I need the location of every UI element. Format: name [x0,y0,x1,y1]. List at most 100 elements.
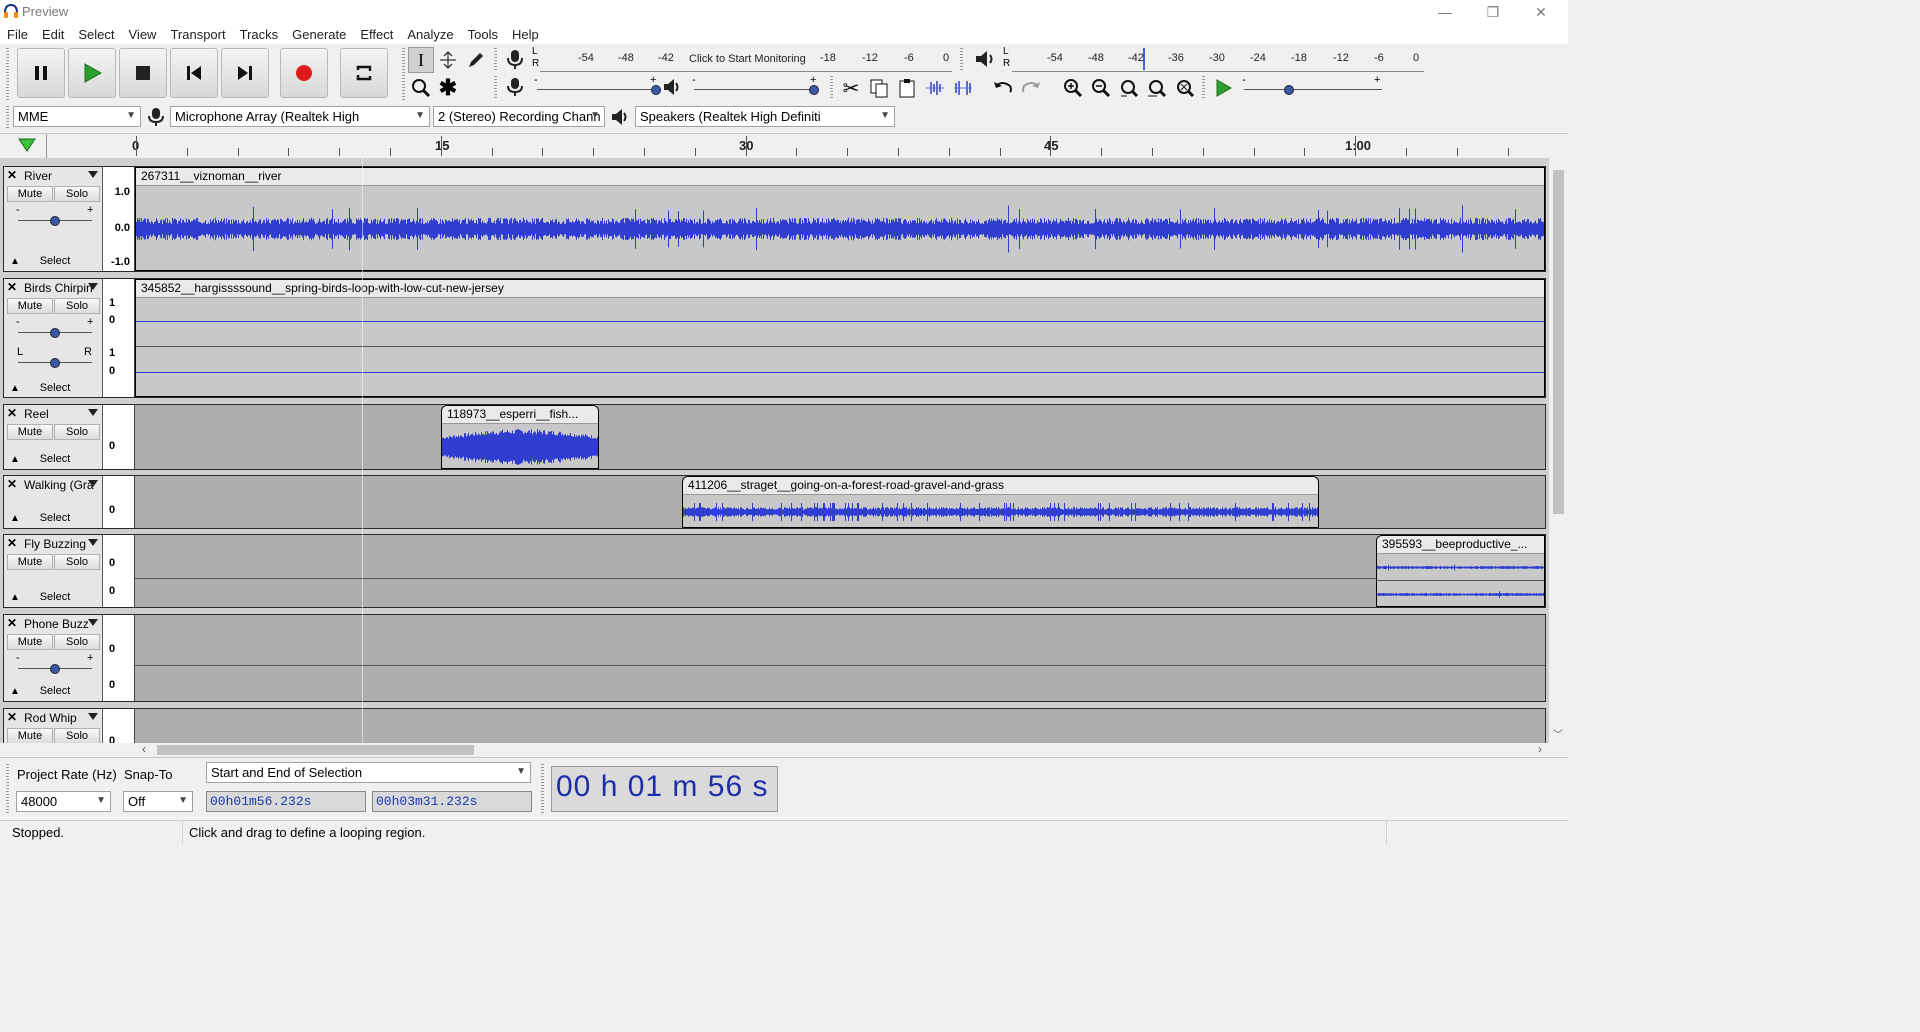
record-meter-track[interactable] [540,71,952,72]
horizontal-scroll-thumb[interactable] [157,745,474,755]
toolbar-grip[interactable] [960,48,963,70]
audio-clip[interactable]: 118973__esperri__fish... [441,405,599,469]
undo-button[interactable] [990,75,1016,101]
record-volume-slider[interactable] [537,89,655,90]
menu-tools[interactable]: Tools [461,27,505,42]
audio-clip[interactable]: 395593__beeproductive_... [1376,535,1545,607]
vertical-scroll-thumb[interactable] [1553,170,1564,514]
audio-clip[interactable]: 411206__straget__going-on-a-forest-road-… [682,476,1319,528]
playback-volume-knob[interactable] [809,85,819,95]
track-menu-chevron-icon[interactable] [88,171,98,178]
track-menu-chevron-icon[interactable] [88,619,98,626]
track-menu-chevron-icon[interactable] [88,409,98,416]
solo-button[interactable]: Solo [54,728,100,743]
track-reel[interactable]: ✕ Reel Mute Solo ▲ Select 0 118973__espe… [3,404,1546,470]
menu-select[interactable]: Select [71,27,121,42]
amplitude-scale[interactable]: 0 0 [103,615,135,701]
gain-knob[interactable] [50,216,60,226]
playback-speed-slider[interactable] [1244,89,1382,90]
collapse-track-icon[interactable]: ▲ [10,454,20,465]
loop-button[interactable] [340,48,388,98]
scroll-right-icon[interactable]: › [1538,742,1542,756]
amplitude-scale[interactable]: 0 0 [103,535,135,607]
toolbar-grip[interactable] [6,106,9,128]
audio-clip[interactable]: 267311__viznoman__river [135,167,1545,271]
close-track-icon[interactable]: ✕ [7,536,21,551]
track-birds-chirping[interactable]: ✕ Birds Chirpin Mute Solo - + L R ▲ Sele… [3,278,1546,398]
draw-tool[interactable] [463,47,489,73]
copy-button[interactable] [866,75,892,101]
collapse-track-icon[interactable]: ▲ [10,513,20,524]
close-track-icon[interactable]: ✕ [7,280,21,295]
pan-knob[interactable] [50,358,60,368]
silence-button[interactable] [950,75,976,101]
close-track-icon[interactable]: ✕ [7,616,21,631]
track-menu-chevron-icon[interactable] [88,539,98,546]
toolbar-grip[interactable] [494,48,497,70]
track-rod-whip[interactable]: ✕ Rod Whip Mute Solo 0 [3,708,1546,743]
menu-analyze[interactable]: Analyze [400,27,460,42]
close-track-icon[interactable]: ✕ [7,406,21,421]
play-meter-track[interactable] [1012,71,1424,72]
amplitude-scale[interactable]: 1 0 1 0 [103,279,135,397]
multi-tool[interactable]: ✱ [435,75,461,101]
menu-generate[interactable]: Generate [285,27,353,42]
amplitude-scale[interactable]: 0 [103,709,135,743]
trim-button[interactable] [922,75,948,101]
selection-mode-select[interactable]: Start and End of Selection ▼ [206,762,531,783]
selection-start-time[interactable]: 00h01m56.232s [206,791,366,812]
mute-button[interactable]: Mute [7,728,53,743]
select-track-button[interactable]: Select [24,254,86,270]
track-walking-gravel[interactable]: ✕ Walking (Gra ▲ Select 0 411206__strage… [3,475,1546,529]
amplitude-scale[interactable]: 1.0 0.0 -1.0 [103,167,135,271]
project-rate-select[interactable]: 48000 ▼ [16,791,111,812]
playback-speed-knob[interactable] [1284,85,1294,95]
audio-clip[interactable]: 345852__hargissssound__spring-birds-loop… [135,279,1545,397]
select-track-button[interactable]: Select [24,511,86,527]
horizontal-scrollbar[interactable]: ‹ › [140,742,1549,757]
envelope-tool[interactable] [435,47,461,73]
skip-to-end-button[interactable] [221,48,269,98]
snap-to-select[interactable]: Off ▼ [123,791,193,812]
collapse-track-icon[interactable]: ▲ [10,383,20,394]
pin-head-icon[interactable] [18,137,36,153]
solo-button[interactable]: Solo [54,554,100,570]
toolbar-grip[interactable] [6,48,9,100]
track-menu-chevron-icon[interactable] [88,713,98,720]
menu-effect[interactable]: Effect [353,27,400,42]
solo-button[interactable]: Solo [54,634,100,650]
stop-button[interactable] [119,48,167,98]
recording-channels-select[interactable]: 2 (Stereo) Recording Chann ▼ [433,106,605,127]
zoom-in-button[interactable] [1060,75,1086,101]
zoom-tool[interactable] [408,75,434,101]
amplitude-scale[interactable]: 0 [103,405,135,469]
timeline-ruler[interactable]: 0 15 30 45 1:00 [0,133,1568,159]
start-monitoring-label[interactable]: Click to Start Monitoring [689,53,806,65]
toolbar-grip[interactable] [541,764,544,814]
record-meter-button[interactable] [504,48,526,73]
play-button[interactable] [68,48,116,98]
toolbar-grip[interactable] [6,764,9,814]
menu-edit[interactable]: Edit [35,27,71,42]
close-track-icon[interactable]: ✕ [7,168,21,183]
track-fly-buzzing[interactable]: ✕ Fly Buzzing Mute Solo ▲ Select 0 0 395… [3,534,1546,608]
zoom-out-button[interactable] [1088,75,1114,101]
close-button[interactable]: ✕ [1518,0,1564,24]
menu-file[interactable]: File [0,27,35,42]
cut-button[interactable]: ✂ [838,75,864,101]
mute-button[interactable]: Mute [7,424,53,440]
selection-end-time[interactable]: 00h03m31.232s [372,791,532,812]
vertical-scrollbar[interactable]: ︿ ﹀ [1549,158,1568,743]
menu-help[interactable]: Help [505,27,546,42]
playback-volume-slider[interactable] [694,89,814,90]
mute-button[interactable]: Mute [7,554,53,570]
minimize-button[interactable]: — [1422,0,1468,24]
audio-host-select[interactable]: MME ▼ [13,106,141,127]
gain-knob[interactable] [50,328,60,338]
solo-button[interactable]: Solo [54,186,100,202]
menu-view[interactable]: View [122,27,164,42]
track-menu-chevron-icon[interactable] [88,283,98,290]
menu-tracks[interactable]: Tracks [233,27,286,42]
toolbar-grip[interactable] [830,76,833,98]
record-button[interactable] [280,48,328,98]
